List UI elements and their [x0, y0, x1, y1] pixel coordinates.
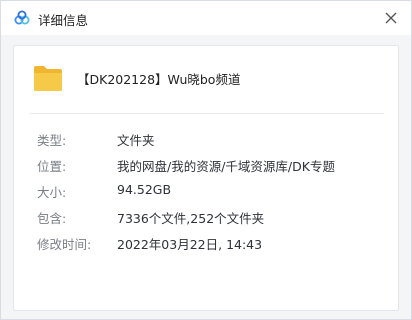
cloud-logo-icon	[14, 10, 30, 25]
modified-row: 修改时间: 2022年03月22日, 14:43	[14, 232, 398, 254]
location-value: 我的网盘/我的资源/千域资源库/DK专题	[117, 159, 335, 174]
details-dialog: 详细信息 【DK202128】Wu晓bo频道 类型: 文件夹 位置: 我的网盘/…	[0, 0, 412, 320]
close-icon[interactable]	[381, 8, 401, 28]
modified-label: 修改时间:	[37, 237, 92, 252]
file-name: 【DK202128】Wu晓bo频道	[77, 72, 241, 87]
type-row: 类型: 文件夹	[14, 128, 398, 150]
file-header: 【DK202128】Wu晓bo频道	[14, 46, 398, 113]
type-value: 文件夹	[117, 133, 155, 148]
contains-row: 包含: 7336个文件,252个文件夹	[14, 206, 398, 228]
watermark: 千域资源库 52qianyu.com	[245, 259, 401, 307]
divider	[30, 113, 384, 114]
location-label: 位置:	[37, 159, 67, 174]
size-row: 大小: 94.52GB	[14, 180, 398, 202]
watermark-title: 千域资源库	[291, 268, 381, 288]
size-value: 94.52GB	[117, 182, 172, 197]
contains-label: 包含:	[37, 211, 67, 226]
modified-value: 2022年03月22日, 14:43	[117, 237, 263, 252]
type-label: 类型:	[37, 133, 67, 148]
contains-value: 7336个文件,252个文件夹	[117, 211, 265, 226]
dialog-title: 详细信息	[38, 13, 89, 28]
folder-icon	[34, 66, 62, 91]
watermark-url: 52qianyu.com	[294, 289, 344, 297]
watermark-logo-icon	[246, 264, 284, 302]
title-bar: 详细信息	[1, 1, 411, 35]
size-label: 大小:	[37, 185, 67, 200]
location-row: 位置: 我的网盘/我的资源/千域资源库/DK专题	[14, 154, 398, 176]
